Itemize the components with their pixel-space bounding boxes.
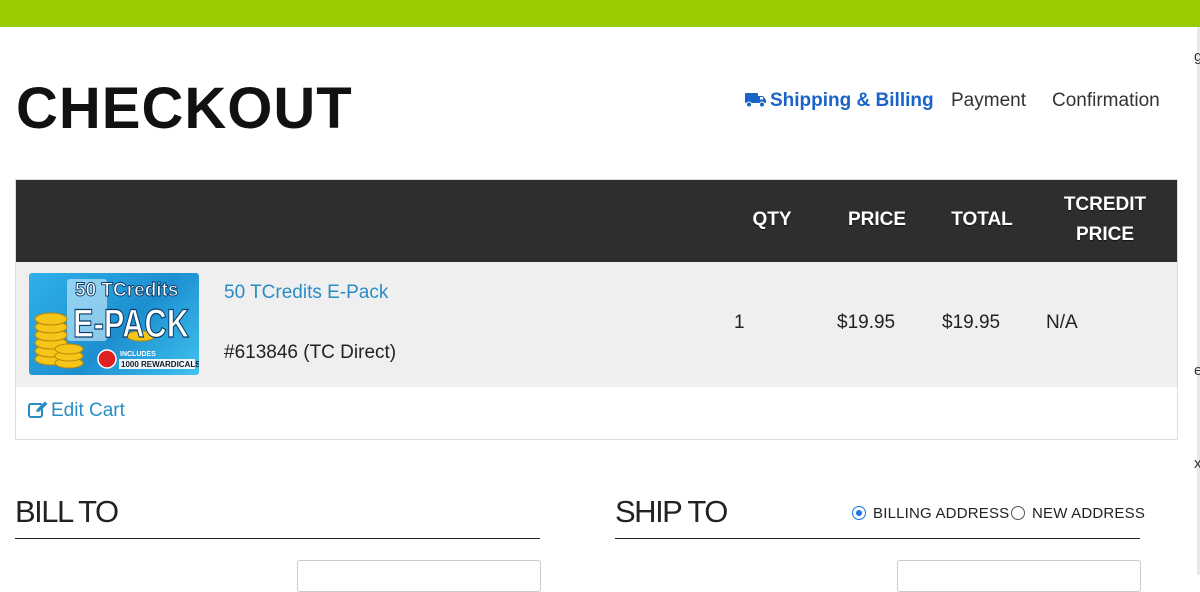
ship-to-divider [615, 538, 1140, 539]
step-confirmation[interactable]: Confirmation [1052, 88, 1160, 114]
item-total: $19.95 [942, 312, 1001, 333]
step-label: Shipping & Billing [770, 90, 934, 111]
item-qty: 1 [734, 312, 745, 333]
item-tcredit-price: N/A [1046, 312, 1078, 333]
column-header-price: PRICE [847, 209, 907, 230]
cart-item-row: 50 TCredits E-PACK INCLUDES 1000 REWARDI… [16, 262, 1177, 387]
page-title: CHECKOUT [16, 76, 353, 141]
ship-to-input-field[interactable] [897, 560, 1141, 592]
bill-to-heading: BILL TO [15, 494, 119, 529]
ship-to-heading: SHIP TO [615, 494, 728, 529]
column-header-tcredit-line2: PRICE [1075, 224, 1135, 245]
cart-table-header: QTY PRICE TOTAL TCREDIT PRICE [16, 180, 1177, 262]
product-sku: #613846 (TC Direct) [224, 342, 397, 363]
radio-new-address[interactable] [1011, 506, 1025, 520]
bill-to-input-field[interactable] [297, 560, 541, 592]
bill-to-divider [15, 538, 540, 539]
column-header-qty: QTY [752, 209, 792, 230]
thumbnail-text-line2: E-PACK [73, 302, 189, 346]
truck-icon [745, 93, 766, 108]
thumbnail-badge-line1: INCLUDES [120, 351, 156, 358]
edit-icon [28, 401, 48, 418]
edge-glyph: e [1194, 362, 1200, 379]
thumbnail-text-line1: 50 TCredits [75, 280, 178, 301]
thumbnail-badge-line2: 1000 REWARDICALS! [121, 360, 199, 369]
product-thumbnail-art: 50 TCredits E-PACK INCLUDES 1000 REWARDI… [34, 279, 199, 369]
radio-billing-address[interactable] [852, 506, 866, 520]
radio-label: BILLING ADDRESS [873, 504, 1010, 522]
edge-glyph: g [1194, 48, 1200, 65]
item-price: $19.95 [837, 312, 896, 333]
column-header-tcredit-line1: TCREDIT [1063, 194, 1147, 215]
top-accent-bar [0, 0, 1200, 27]
step-shipping-billing[interactable]: Shipping & Billing [745, 88, 934, 114]
product-thumbnail[interactable]: 50 TCredits E-PACK INCLUDES 1000 REWARDI… [29, 273, 199, 375]
edit-cart-link[interactable]: Edit Cart [28, 400, 125, 422]
ship-option-billing-address[interactable]: BILLING ADDRESS [852, 503, 1009, 523]
cart-table: QTY PRICE TOTAL TCREDIT PRICE 50 TCredit… [15, 179, 1178, 440]
rewardicals-badge-icon [97, 349, 117, 369]
radio-label: NEW ADDRESS [1032, 504, 1146, 522]
ship-option-new-address[interactable]: NEW ADDRESS [1011, 503, 1145, 523]
checkout-steps: Shipping & Billing Payment Confirmation [745, 88, 1175, 114]
product-name-link[interactable]: 50 TCredits E-Pack [224, 282, 388, 304]
edge-glyph: x [1194, 455, 1200, 472]
step-payment[interactable]: Payment [951, 88, 1026, 114]
column-header-tcredit-price: TCREDIT PRICE [1046, 190, 1164, 250]
edit-cart-label: Edit Cart [51, 400, 125, 421]
column-header-total: TOTAL [951, 209, 1013, 230]
